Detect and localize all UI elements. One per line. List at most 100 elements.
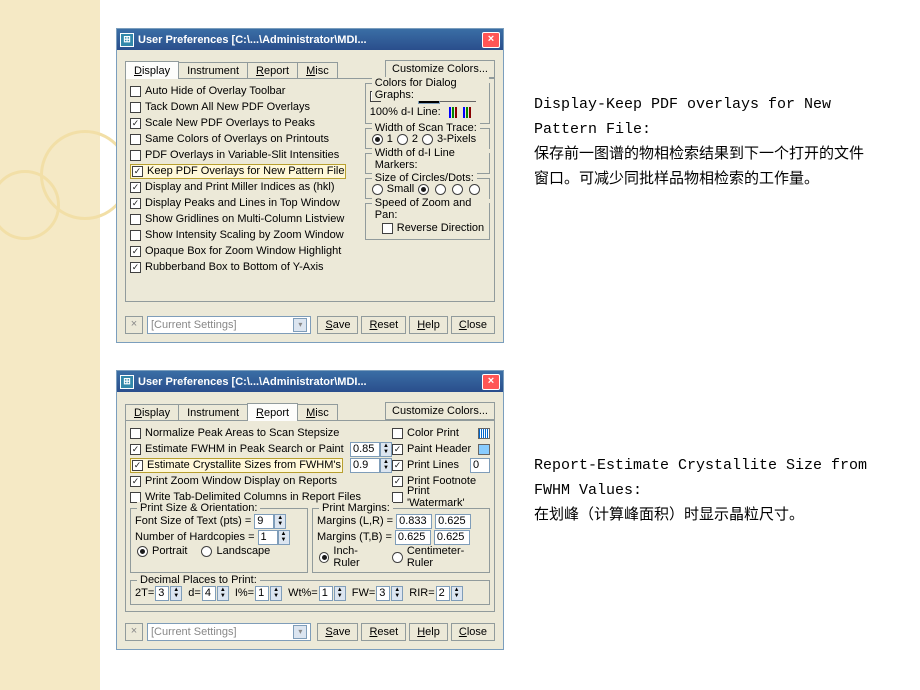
display-option[interactable]: Opaque Box for Zoom Window Highlight [130, 243, 359, 259]
checkbox[interactable] [130, 230, 141, 241]
checkbox[interactable] [130, 102, 141, 113]
dp-input[interactable]: 1 [319, 586, 333, 601]
settings-combo[interactable]: [Current Settings] ▾ [147, 316, 311, 334]
margin-b-input[interactable]: 0.625 [434, 530, 470, 545]
tab-misc[interactable]: Misc [297, 62, 338, 79]
customize-colors-button[interactable]: Customize Colors... [385, 60, 495, 78]
checkbox[interactable] [130, 476, 141, 487]
help-button[interactable]: Help [409, 623, 448, 641]
reset-button[interactable]: Reset [361, 623, 406, 641]
dp-input[interactable]: 1 [255, 586, 269, 601]
save-button[interactable]: Save [317, 316, 358, 334]
settings-combo[interactable]: [Current Settings] ▾ [147, 623, 311, 641]
radio-landscape[interactable] [201, 546, 212, 557]
close-button[interactable]: Close [451, 623, 495, 641]
dp-input[interactable]: 3 [155, 586, 169, 601]
tab-display[interactable]: Display [125, 404, 179, 421]
dp-input[interactable]: 4 [202, 586, 216, 601]
display-option[interactable]: Rubberband Box to Bottom of Y-Axis [130, 259, 359, 275]
display-option[interactable]: Show Gridlines on Multi-Column Listview [130, 211, 359, 227]
display-option[interactable]: Keep PDF Overlays for New Pattern File [130, 163, 359, 179]
radio-3px[interactable] [422, 134, 433, 145]
hardcopies-input[interactable]: 1 [258, 530, 278, 545]
line-color-bars[interactable] [449, 107, 471, 118]
report-option[interactable]: Print Zoom Window Display on Reports [130, 473, 392, 489]
chevron-down-icon[interactable]: ▾ [293, 625, 307, 639]
color-swatch[interactable] [478, 444, 490, 455]
spinner[interactable]: ▲▼ [278, 530, 290, 545]
report-option[interactable]: Print Lines0 [392, 457, 490, 473]
checkbox[interactable] [132, 460, 143, 471]
dp-input[interactable]: 2 [436, 586, 450, 601]
value-input[interactable]: 0.9 [350, 458, 380, 473]
close-icon[interactable]: × [482, 32, 500, 48]
tab-misc[interactable]: Misc [297, 404, 338, 421]
report-option[interactable]: Paint Header [392, 441, 490, 457]
report-option[interactable]: Color Print [392, 425, 490, 441]
checkbox[interactable] [392, 476, 403, 487]
report-option[interactable]: Print 'Watermark' [392, 489, 490, 505]
checkbox[interactable] [130, 444, 141, 455]
spinner[interactable]: ▲▼ [170, 586, 182, 601]
close-icon[interactable]: × [482, 374, 500, 390]
radio-2px[interactable] [397, 134, 408, 145]
spinner[interactable]: ▲▼ [380, 458, 392, 473]
checkbox[interactable] [130, 492, 141, 503]
help-button[interactable]: Help [409, 316, 448, 334]
display-option[interactable]: Auto Hide of Overlay Toolbar [130, 83, 359, 99]
checkbox[interactable] [392, 428, 403, 439]
checkbox[interactable] [132, 166, 143, 177]
spinner[interactable]: ▲▼ [380, 442, 392, 457]
color-swatch[interactable] [478, 428, 490, 439]
spinner[interactable]: ▲▼ [270, 586, 282, 601]
delete-settings-button[interactable]: × [125, 623, 143, 641]
titlebar[interactable]: ⊞ User Preferences [C:\...\Administrator… [117, 371, 503, 392]
display-option[interactable]: PDF Overlays in Variable-Slit Intensitie… [130, 147, 359, 163]
radio-opt[interactable] [469, 184, 480, 195]
tab-report[interactable]: Report [247, 403, 298, 421]
delete-settings-button[interactable]: × [125, 316, 143, 334]
save-button[interactable]: Save [317, 623, 358, 641]
checkbox[interactable] [392, 444, 403, 455]
display-option[interactable]: Display Peaks and Lines in Top Window [130, 195, 359, 211]
checkbox[interactable] [130, 134, 141, 145]
customize-colors-button[interactable]: Customize Colors... [385, 402, 495, 420]
radio-portrait[interactable] [137, 546, 148, 557]
radio-opt[interactable] [418, 184, 429, 195]
tab-instrument[interactable]: Instrument [178, 62, 248, 79]
report-option[interactable]: Normalize Peak Areas to Scan Stepsize [130, 425, 392, 441]
checkbox[interactable] [130, 118, 141, 129]
checkbox[interactable] [130, 214, 141, 225]
margin-l-input[interactable]: 0.833 [396, 514, 432, 529]
titlebar[interactable]: ⊞ User Preferences [C:\...\Administrator… [117, 29, 503, 50]
checkbox[interactable] [130, 262, 141, 273]
report-option[interactable]: Estimate FWHM in Peak Search or Paint0.8… [130, 441, 392, 457]
tab-report[interactable]: Report [247, 62, 298, 79]
spinner[interactable]: ▲▼ [334, 586, 346, 601]
spinner[interactable]: ▲▼ [451, 586, 463, 601]
display-option[interactable]: Tack Down All New PDF Overlays [130, 99, 359, 115]
display-option[interactable]: Same Colors of Overlays on Printouts [130, 131, 359, 147]
tab-display[interactable]: Display [125, 61, 179, 79]
font-size-input[interactable]: 9 [254, 514, 274, 529]
chevron-down-icon[interactable]: ▾ [293, 318, 307, 332]
reverse-checkbox[interactable] [382, 223, 393, 234]
report-option[interactable]: Estimate Crystallite Sizes from FWHM's0.… [130, 457, 392, 473]
checkbox[interactable] [130, 198, 141, 209]
margin-t-input[interactable]: 0.625 [395, 530, 431, 545]
dp-input[interactable]: 3 [376, 586, 390, 601]
reset-button[interactable]: Reset [361, 316, 406, 334]
checkbox[interactable] [130, 246, 141, 257]
radio-opt[interactable] [452, 184, 463, 195]
radio-1px[interactable] [372, 134, 383, 145]
checkbox[interactable] [130, 86, 141, 97]
checkbox[interactable] [130, 428, 141, 439]
radio-opt[interactable] [435, 184, 446, 195]
radio-small[interactable] [372, 184, 383, 195]
close-button[interactable]: Close [451, 316, 495, 334]
display-option[interactable]: Scale New PDF Overlays to Peaks [130, 115, 359, 131]
radio-inch[interactable] [319, 552, 329, 563]
margin-r-input[interactable]: 0.625 [435, 514, 471, 529]
value-input[interactable]: 0 [470, 458, 490, 473]
checkbox[interactable] [130, 182, 141, 193]
